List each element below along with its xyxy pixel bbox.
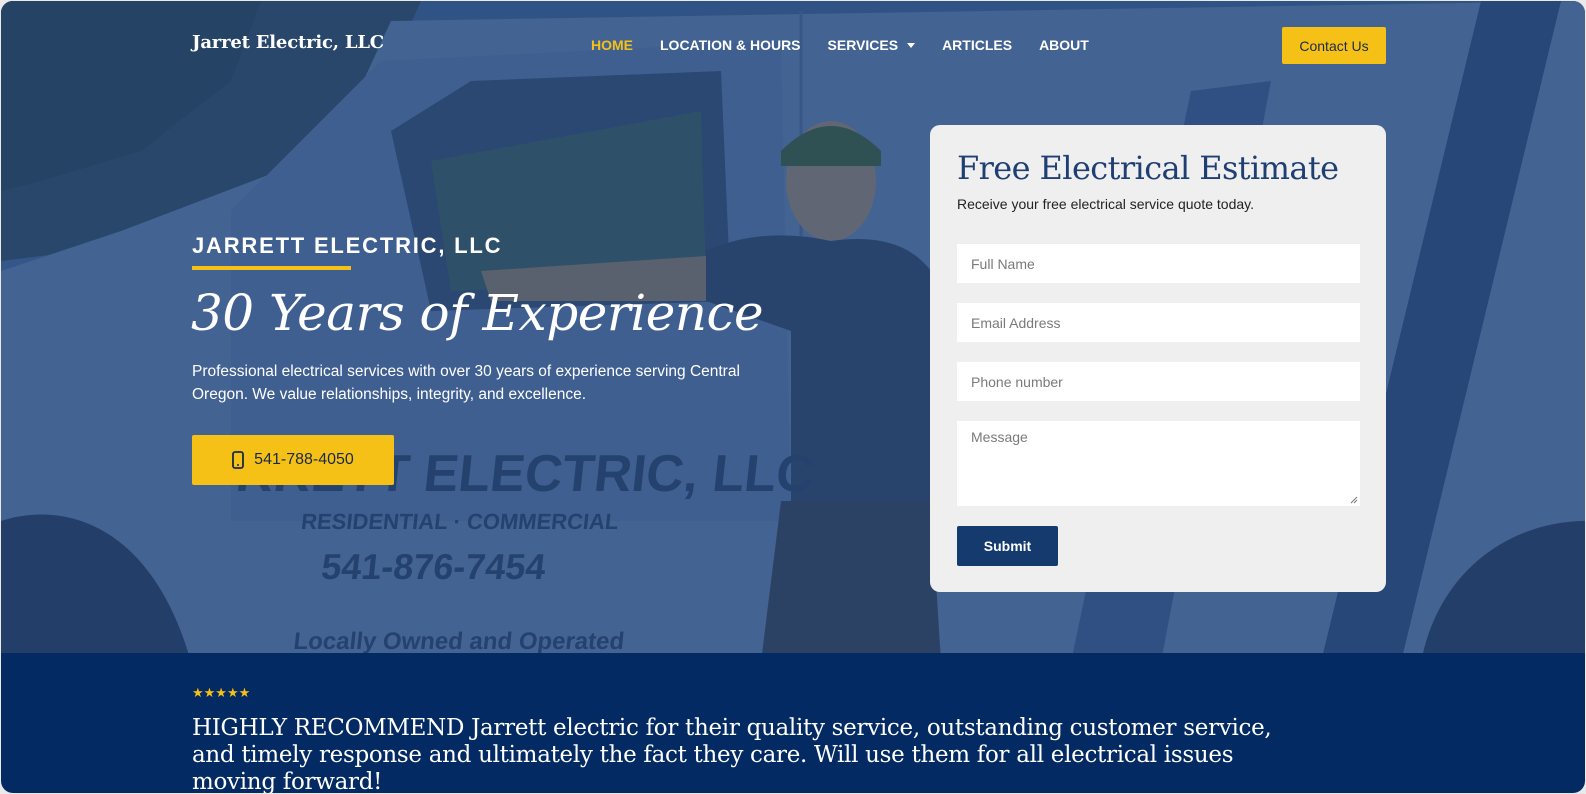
full-name-placeholder: Full Name — [971, 255, 1035, 272]
estimate-form-card: Free Electrical Estimate Receive your fr… — [930, 125, 1386, 592]
nav-item-label: LOCATION & HOURS — [660, 37, 801, 53]
nav-item-label: HOME — [591, 37, 633, 53]
nav-item-home[interactable]: HOME — [591, 37, 633, 53]
testimonial-section: ★★★★★ HIGHLY RECOMMEND Jarrett electric … — [1, 653, 1585, 793]
site-logo[interactable]: Jarret Electric, LLC — [192, 32, 384, 53]
mobile-phone-icon — [232, 451, 245, 469]
call-phone-button[interactable]: 541-788-4050 — [192, 435, 394, 485]
email-placeholder: Email Address — [971, 314, 1061, 331]
message-placeholder: Message — [971, 429, 1028, 445]
main-nav: HOME LOCATION & HOURS SERVICES ARTICLES … — [591, 37, 1116, 53]
contact-us-button[interactable]: Contact Us — [1282, 27, 1386, 64]
eyebrow-underline — [192, 266, 351, 270]
nav-item-services[interactable]: SERVICES — [828, 37, 916, 53]
page: RRETT ELECTRIC, LLC RESIDENTIAL · COMMER… — [1, 1, 1585, 793]
phone-placeholder: Phone number — [971, 373, 1063, 390]
nav-item-label: ABOUT — [1039, 37, 1089, 53]
nav-item-label: ARTICLES — [942, 37, 1013, 53]
hero-headline: 30 Years of Experience — [191, 284, 764, 342]
rating-stars: ★★★★★ — [192, 686, 251, 701]
nav-item-about[interactable]: ABOUT — [1039, 37, 1089, 53]
email-field[interactable]: Email Address — [957, 303, 1360, 342]
resize-grip-icon[interactable] — [1350, 496, 1358, 504]
chevron-down-icon — [907, 42, 916, 48]
hero-description: Professional electrical services with ov… — [192, 363, 740, 403]
nav-item-label: SERVICES — [827, 37, 899, 53]
testimonial-quote: HIGHLY RECOMMEND Jarrett electric for th… — [192, 715, 1272, 793]
nav-item-location-hours[interactable]: LOCATION & HOURS — [660, 37, 801, 53]
phone-button-label: 541-788-4050 — [254, 451, 354, 468]
form-title: Free Electrical Estimate — [957, 149, 1339, 187]
phone-field[interactable]: Phone number — [957, 362, 1360, 401]
submit-button[interactable]: Submit — [957, 526, 1058, 566]
hero-section: RRETT ELECTRIC, LLC RESIDENTIAL · COMMER… — [1, 1, 1585, 662]
message-field[interactable]: Message — [957, 421, 1360, 506]
form-subtitle: Receive your free electrical service quo… — [957, 196, 1254, 212]
nav-item-articles[interactable]: ARTICLES — [942, 37, 1012, 53]
hero-eyebrow: JARRETT ELECTRIC, LLC — [192, 233, 503, 258]
full-name-field[interactable]: Full Name — [957, 244, 1360, 283]
